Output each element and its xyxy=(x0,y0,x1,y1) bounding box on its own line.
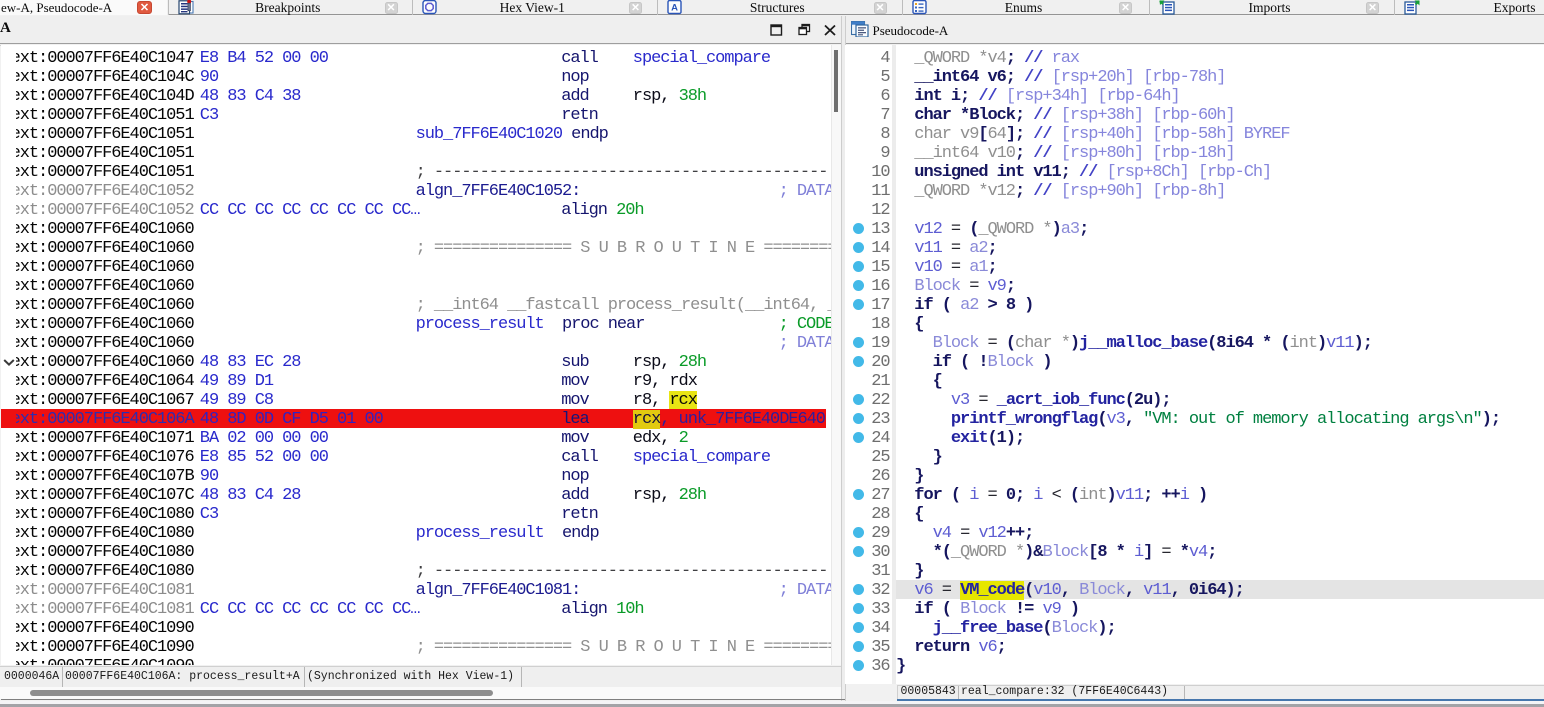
svg-text:A: A xyxy=(671,3,678,14)
